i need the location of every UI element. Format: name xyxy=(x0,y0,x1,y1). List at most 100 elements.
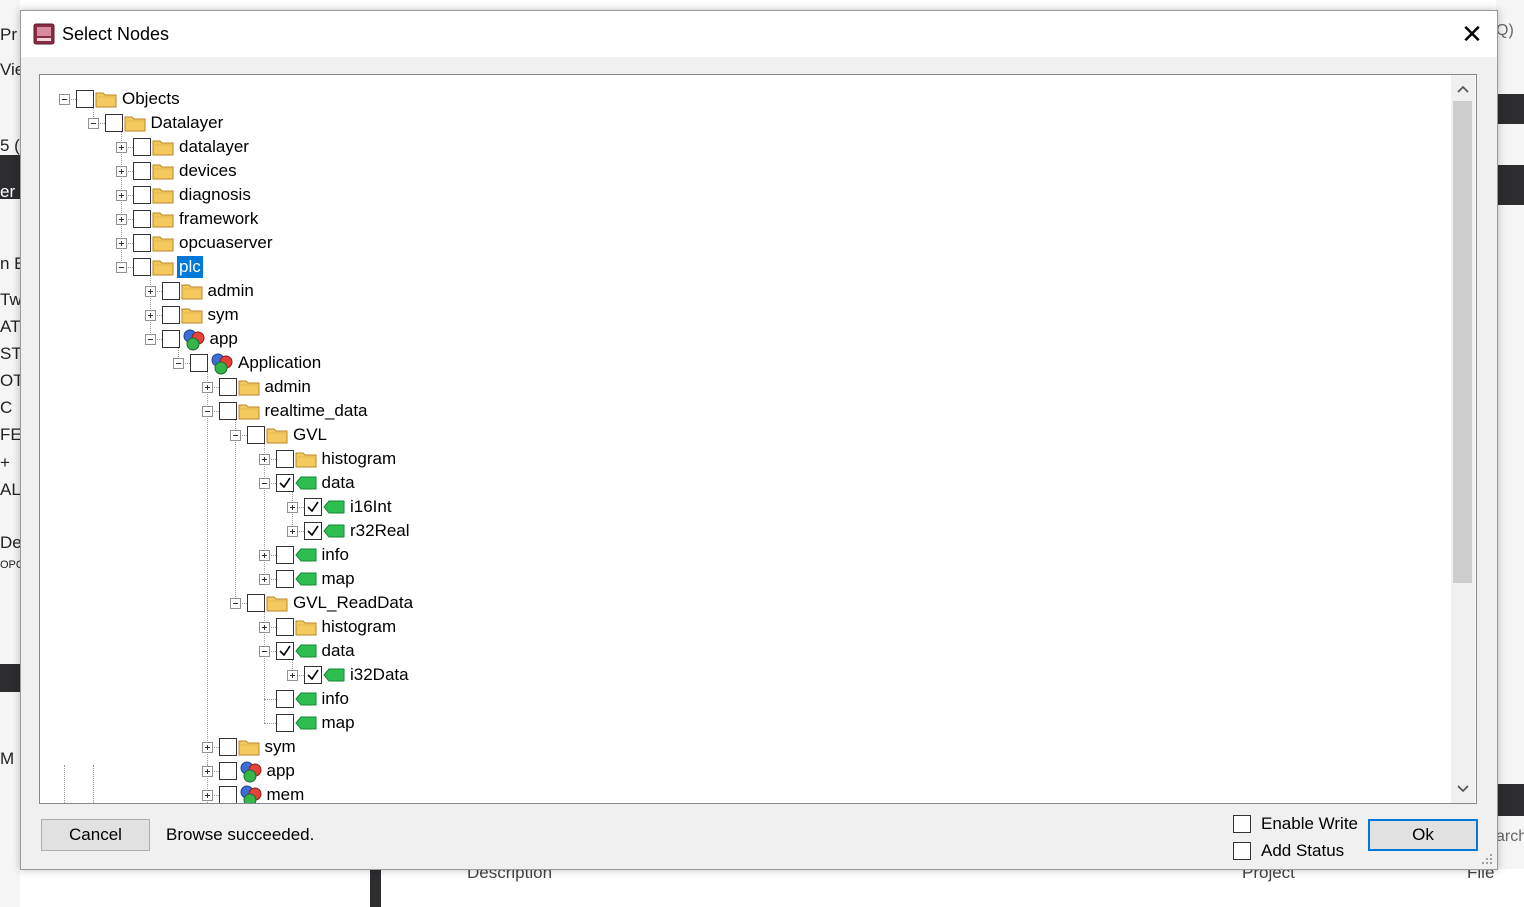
node-checkbox[interactable] xyxy=(218,762,237,780)
tree-node[interactable]: map xyxy=(40,712,1440,736)
resize-grip-icon[interactable] xyxy=(1481,853,1493,865)
collapse-icon[interactable] xyxy=(144,334,156,345)
scrollbar-thumb[interactable] xyxy=(1453,101,1472,583)
tree-node[interactable]: histogram xyxy=(40,616,1440,640)
vertical-scrollbar[interactable] xyxy=(1451,75,1475,803)
node-label[interactable]: admin xyxy=(206,280,256,302)
node-checkbox[interactable] xyxy=(133,162,151,180)
tree-node[interactable]: map xyxy=(40,568,1440,592)
add-status-checkbox[interactable] xyxy=(1233,842,1251,860)
node-checkbox[interactable] xyxy=(247,426,265,444)
node-label[interactable]: info xyxy=(320,688,351,710)
collapse-icon[interactable] xyxy=(116,262,127,273)
tree-node[interactable]: sym xyxy=(40,304,1440,328)
expand-icon[interactable] xyxy=(116,190,127,201)
node-checkbox[interactable] xyxy=(275,546,294,564)
node-checkbox[interactable] xyxy=(161,330,180,348)
node-label[interactable]: devices xyxy=(177,160,239,182)
collapse-icon[interactable] xyxy=(230,598,241,609)
node-checkbox[interactable] xyxy=(133,234,151,252)
cancel-button[interactable]: Cancel xyxy=(41,819,150,851)
node-label[interactable]: admin xyxy=(263,376,313,398)
node-label[interactable]: sym xyxy=(206,304,241,326)
node-checkbox[interactable] xyxy=(133,138,151,156)
node-checkbox[interactable] xyxy=(247,594,265,612)
collapse-icon[interactable] xyxy=(59,94,70,105)
expand-icon[interactable] xyxy=(258,454,270,465)
tree-node[interactable]: Datalayer xyxy=(40,112,1440,136)
expand-icon[interactable] xyxy=(201,790,213,801)
tree-node[interactable]: i32Data xyxy=(40,664,1440,688)
node-label[interactable]: Application xyxy=(236,352,323,374)
node-checkbox[interactable] xyxy=(161,306,180,324)
node-label[interactable]: Datalayer xyxy=(149,112,226,134)
node-label[interactable]: map xyxy=(320,712,357,734)
expand-icon[interactable] xyxy=(116,166,127,177)
node-label[interactable]: GVL xyxy=(291,424,329,446)
node-label[interactable]: data xyxy=(320,472,357,494)
node-label[interactable]: r32Real xyxy=(348,520,412,542)
node-checkbox[interactable] xyxy=(275,690,294,708)
expand-icon[interactable] xyxy=(201,766,213,777)
node-label[interactable]: data xyxy=(320,640,357,662)
node-tree[interactable]: Objects Datalayer datalayer devices diagnosi… xyxy=(39,74,1477,804)
tree-node[interactable]: sym xyxy=(40,736,1440,760)
node-label[interactable]: plc xyxy=(177,256,203,278)
node-label[interactable]: framework xyxy=(177,208,260,230)
node-label[interactable]: opcuaserver xyxy=(177,232,275,254)
collapse-icon[interactable] xyxy=(173,358,184,369)
tree-node[interactable]: r32Real xyxy=(40,520,1440,544)
collapse-icon[interactable] xyxy=(201,406,213,417)
tree-node[interactable]: datalayer xyxy=(40,136,1440,160)
node-checkbox[interactable] xyxy=(275,570,294,588)
node-label[interactable]: i32Data xyxy=(348,664,411,686)
tree-node[interactable]: Objects xyxy=(40,88,1440,112)
tree-node[interactable]: info xyxy=(40,544,1440,568)
node-checkbox[interactable] xyxy=(304,666,322,684)
tree-node[interactable]: i16Int xyxy=(40,496,1440,520)
tree-node[interactable]: devices xyxy=(40,160,1440,184)
scroll-down-arrow-icon[interactable] xyxy=(1451,777,1475,801)
tree-node[interactable]: admin xyxy=(40,376,1440,400)
tree-node[interactable]: Application xyxy=(40,352,1440,376)
node-label[interactable]: diagnosis xyxy=(177,184,253,206)
tree-node[interactable]: admin xyxy=(40,280,1440,304)
node-checkbox[interactable] xyxy=(76,90,94,108)
node-checkbox[interactable] xyxy=(161,282,180,300)
node-label[interactable]: datalayer xyxy=(177,136,251,158)
node-checkbox[interactable] xyxy=(218,786,237,803)
node-checkbox[interactable] xyxy=(133,210,151,228)
title-bar[interactable]: Select Nodes ✕ xyxy=(21,11,1497,57)
node-label[interactable]: mem xyxy=(265,784,307,803)
expand-icon[interactable] xyxy=(116,238,127,249)
node-checkbox[interactable] xyxy=(133,258,151,276)
node-checkbox[interactable] xyxy=(275,450,294,468)
expand-icon[interactable] xyxy=(201,742,213,753)
node-label[interactable]: Objects xyxy=(120,88,182,110)
tree-node[interactable]: app xyxy=(40,760,1440,784)
node-checkbox[interactable] xyxy=(304,522,322,540)
node-label[interactable]: GVL_ReadData xyxy=(291,592,415,614)
add-status-option[interactable]: Add Status xyxy=(1233,840,1344,862)
node-checkbox[interactable] xyxy=(218,738,237,756)
expand-icon[interactable] xyxy=(258,550,270,561)
expand-icon[interactable] xyxy=(287,526,298,537)
node-checkbox[interactable] xyxy=(133,186,151,204)
tree-node[interactable]: data xyxy=(40,472,1440,496)
node-checkbox[interactable] xyxy=(275,474,294,492)
node-checkbox[interactable] xyxy=(104,114,123,132)
tree-node[interactable]: GVL xyxy=(40,424,1440,448)
enable-write-option[interactable]: Enable Write xyxy=(1233,813,1358,835)
tree-node[interactable]: realtime_data xyxy=(40,400,1440,424)
node-label[interactable]: sym xyxy=(263,736,298,758)
expand-icon[interactable] xyxy=(258,622,270,633)
tree-node[interactable]: app xyxy=(40,328,1440,352)
tree-node[interactable]: info xyxy=(40,688,1440,712)
node-label[interactable]: histogram xyxy=(320,448,399,470)
node-label[interactable]: i16Int xyxy=(348,496,394,518)
tree-node[interactable]: histogram xyxy=(40,448,1440,472)
collapse-icon[interactable] xyxy=(258,646,270,657)
expand-icon[interactable] xyxy=(144,310,156,321)
scroll-up-arrow-icon[interactable] xyxy=(1451,77,1475,101)
expand-icon[interactable] xyxy=(258,574,270,585)
